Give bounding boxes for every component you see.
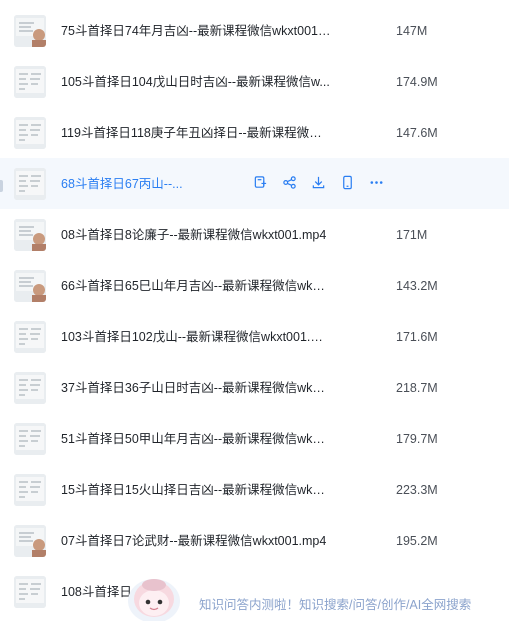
file-row[interactable]: 08斗首择日8论廉子--最新课程微信wkxt001.mp4 171M (0, 209, 509, 260)
file-name[interactable]: 07斗首择日7论武财--最新课程微信wkxt001.mp4 (61, 531, 331, 551)
file-list: 75斗首择日74年月吉凶--最新课程微信wkxt001.... 147M 105斗首… (0, 5, 509, 617)
video-thumbnail (14, 372, 46, 404)
file-row[interactable]: 66斗首择日65巳山年月吉凶--最新课程微信wkxt... 143.2M (0, 260, 509, 311)
row-actions (252, 174, 385, 191)
file-size: 174.9M (396, 75, 438, 89)
file-row[interactable]: 68斗首择日67丙山--... (0, 158, 509, 209)
file-name[interactable]: 103斗首择日102戊山--最新课程微信wkxt001.m... (61, 327, 331, 347)
file-name[interactable]: 75斗首择日74年月吉凶--最新课程微信wkxt001.... (61, 21, 331, 41)
file-name[interactable]: 08斗首择日8论廉子--最新课程微信wkxt001.mp4 (61, 225, 331, 245)
video-thumbnail (14, 525, 46, 557)
file-name[interactable]: 68斗首择日67丙山--... (61, 174, 186, 194)
file-row[interactable]: 51斗首择日50甲山年月吉凶--最新课程微信wkxt... 179.7M (0, 413, 509, 464)
scroll-indicator[interactable] (0, 180, 3, 192)
file-size: 218.7M (396, 381, 438, 395)
video-thumbnail (14, 168, 46, 200)
bottom-overlay: 知识问答内测啦！知识搜索/问答/创作/AI全网搜索 (0, 573, 509, 621)
file-name[interactable]: 51斗首择日50甲山年月吉凶--最新课程微信wkxt... (61, 429, 331, 449)
file-row[interactable]: 105斗首择日104戊山日时吉凶--最新课程微信w... 174.9M (0, 56, 509, 107)
video-thumbnail (14, 117, 46, 149)
file-name[interactable]: 15斗首择日15火山择日吉凶--最新课程微信wkxt... (61, 480, 331, 500)
file-size: 179.7M (396, 432, 438, 446)
file-size: 171.6M (396, 330, 438, 344)
video-thumbnail (14, 474, 46, 506)
more-icon[interactable] (368, 174, 385, 191)
share-icon[interactable] (281, 174, 298, 191)
file-name[interactable]: 37斗首择日36子山日时吉凶--最新课程微信wkxt... (61, 378, 331, 398)
file-name[interactable]: 119斗首择日118庚子年丑凶择日--最新课程微信... (61, 123, 331, 143)
file-name[interactable]: 66斗首择日65巳山年月吉凶--最新课程微信wkxt... (61, 276, 331, 296)
file-size: 195.2M (396, 534, 438, 548)
video-thumbnail (14, 66, 46, 98)
file-row[interactable]: 75斗首择日74年月吉凶--最新课程微信wkxt001.... 147M (0, 5, 509, 56)
file-size: 223.3M (396, 483, 438, 497)
save-to-cloud-icon[interactable] (252, 174, 269, 191)
video-thumbnail (14, 219, 46, 251)
file-row[interactable]: 07斗首择日7论武财--最新课程微信wkxt001.mp4 195.2M (0, 515, 509, 566)
file-row[interactable]: 103斗首择日102戊山--最新课程微信wkxt001.m... 171.6M (0, 311, 509, 362)
file-size: 147.6M (396, 126, 438, 140)
download-icon[interactable] (310, 174, 327, 191)
phone-icon[interactable] (339, 174, 356, 191)
file-size: 143.2M (396, 279, 438, 293)
file-name[interactable]: 105斗首择日104戊山日时吉凶--最新课程微信w... (61, 72, 331, 92)
file-size: 147M (396, 24, 428, 38)
file-row[interactable]: 37斗首择日36子山日时吉凶--最新课程微信wkxt... 218.7M (0, 362, 509, 413)
video-thumbnail (14, 321, 46, 353)
file-row[interactable]: 119斗首择日118庚子年丑凶择日--最新课程微信... 147.6M (0, 107, 509, 158)
video-thumbnail (14, 270, 46, 302)
file-row[interactable]: 15斗首择日15火山择日吉凶--最新课程微信wkxt... 223.3M (0, 464, 509, 515)
promo-banner-text[interactable]: 知识问答内测啦！知识搜索/问答/创作/AI全网搜索 (199, 597, 471, 613)
file-size: 171M (396, 228, 428, 242)
video-thumbnail (14, 15, 46, 47)
video-thumbnail (14, 423, 46, 455)
